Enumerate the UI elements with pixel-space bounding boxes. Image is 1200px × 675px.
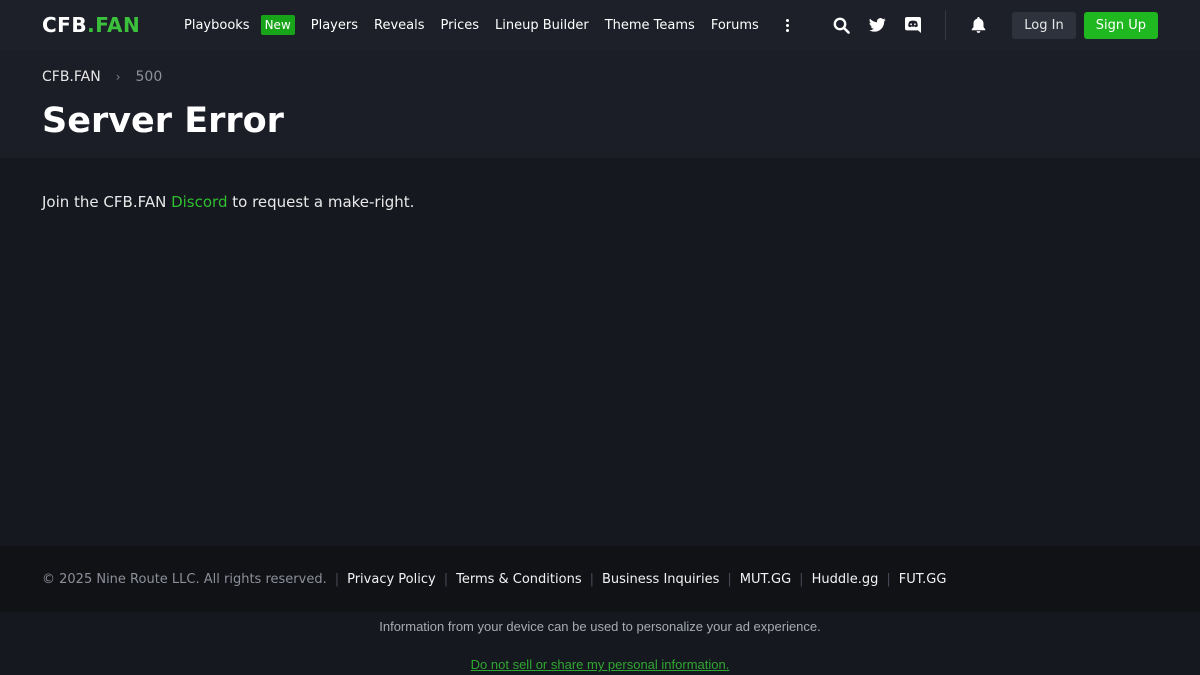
discord-icon[interactable] bbox=[903, 15, 923, 35]
signup-button[interactable]: Sign Up bbox=[1083, 11, 1158, 39]
discord-link[interactable]: Discord bbox=[171, 193, 227, 211]
error-message: Join the CFB.FAN Discord to request a ma… bbox=[42, 192, 414, 212]
nav-item-label: Reveals bbox=[374, 17, 425, 33]
footer-link-business[interactable]: Business Inquiries bbox=[602, 572, 719, 587]
top-nav: CFB.FAN Playbooks New Players Reveals Pr… bbox=[0, 0, 1200, 50]
nav-item-label: Playbooks bbox=[184, 17, 250, 33]
nav-item-players[interactable]: Players bbox=[311, 18, 358, 33]
page-title: Server Error bbox=[42, 101, 284, 141]
footer-link-mutgg[interactable]: MUT.GG bbox=[740, 572, 791, 587]
footer-divider: | bbox=[334, 571, 340, 587]
site-logo[interactable]: CFB.FAN bbox=[42, 13, 140, 37]
footer-link-terms[interactable]: Terms & Conditions bbox=[456, 572, 582, 587]
new-badge: New bbox=[260, 15, 295, 35]
breadcrumb-home[interactable]: CFB.FAN bbox=[42, 69, 101, 85]
search-icon[interactable] bbox=[831, 15, 851, 35]
breadcrumb-current: 500 bbox=[135, 69, 163, 85]
footer-divider: | bbox=[589, 571, 594, 587]
ad-personalization-notice: Information from your device can be used… bbox=[379, 619, 821, 634]
bell-icon[interactable] bbox=[968, 15, 988, 35]
nav-item-prices[interactable]: Prices bbox=[441, 18, 480, 33]
chevron-right-icon: › bbox=[115, 70, 121, 84]
nav-item-label: Forums bbox=[710, 17, 759, 33]
footer-divider: | bbox=[443, 571, 449, 587]
copyright-text: © 2025 Nine Route LLC. All rights reserv… bbox=[42, 571, 327, 587]
footer-link-futgg[interactable]: FUT.GG bbox=[899, 572, 947, 587]
nav-item-theme-teams[interactable]: Theme Teams bbox=[605, 18, 695, 33]
nav-item-forums[interactable]: Forums bbox=[711, 18, 759, 33]
twitter-icon[interactable] bbox=[867, 15, 887, 35]
footer-link-privacy[interactable]: Privacy Policy bbox=[347, 572, 436, 587]
nav-divider bbox=[945, 10, 947, 40]
nav-actions: Log In Sign Up bbox=[831, 0, 1158, 50]
nav-item-label: Prices bbox=[440, 17, 480, 33]
message-text: to request a make-right. bbox=[227, 193, 415, 211]
nav-item-lineup-builder[interactable]: Lineup Builder bbox=[495, 18, 589, 33]
nav-item-label: Theme Teams bbox=[604, 17, 695, 33]
footer-divider: | bbox=[886, 571, 891, 587]
footer: © 2025 Nine Route LLC. All rights reserv… bbox=[0, 546, 1200, 612]
nav-item-label: Players bbox=[310, 17, 358, 33]
login-button[interactable]: Log In bbox=[1012, 11, 1076, 39]
do-not-sell-link[interactable]: Do not sell or share my personal informa… bbox=[471, 657, 730, 672]
breadcrumb: CFB.FAN › 500 bbox=[42, 69, 162, 85]
do-not-sell-container: Do not sell or share my personal informa… bbox=[0, 657, 1200, 672]
nav-item-playbooks[interactable]: Playbooks New bbox=[184, 15, 295, 35]
footer-link-huddlegg[interactable]: Huddle.gg bbox=[812, 572, 879, 587]
nav-item-reveals[interactable]: Reveals bbox=[374, 18, 425, 33]
footer-divider: | bbox=[727, 571, 732, 587]
more-vertical-icon[interactable] bbox=[781, 18, 795, 32]
message-text: Join the CFB.FAN bbox=[42, 193, 172, 211]
page-header: CFB.FAN › 500 Server Error bbox=[0, 50, 1200, 158]
main-menu: Playbooks New Players Reveals Prices Lin… bbox=[184, 0, 795, 50]
footer-divider: | bbox=[799, 571, 804, 587]
logo-text-primary: CFB bbox=[42, 13, 88, 37]
logo-text-accent: .FAN bbox=[87, 13, 141, 37]
nav-item-label: Lineup Builder bbox=[495, 17, 589, 33]
